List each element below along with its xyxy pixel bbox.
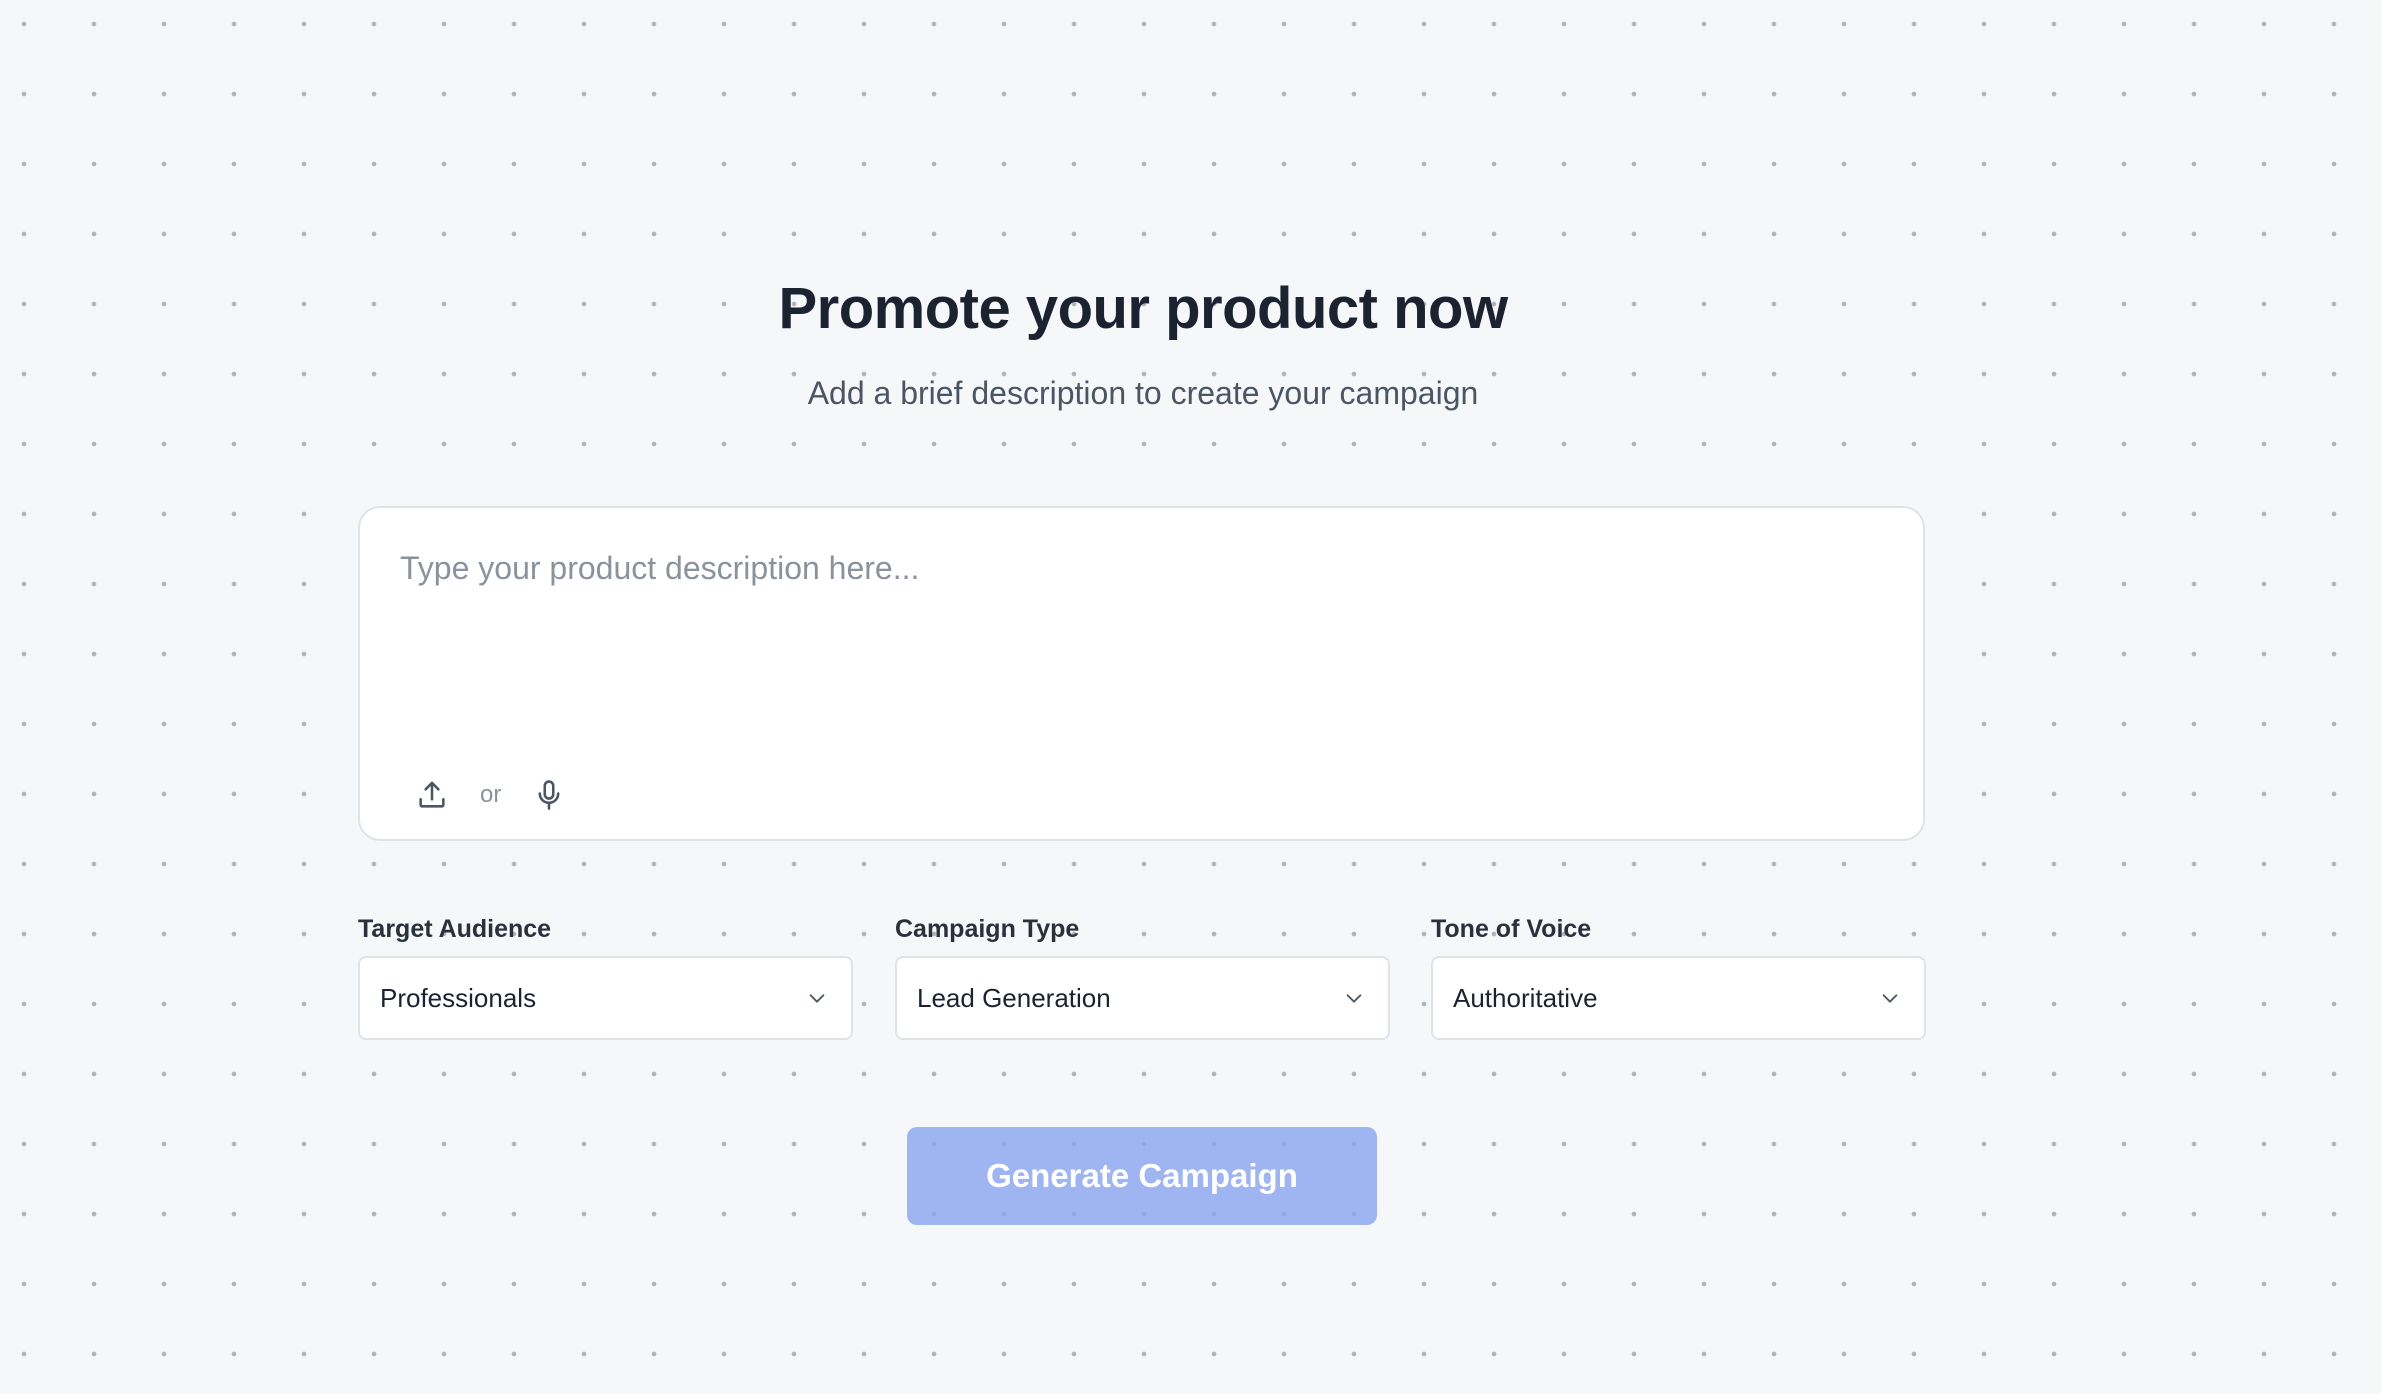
- chevron-down-icon: [1878, 986, 1902, 1010]
- campaign-type-group: Campaign Type Lead Generation: [895, 912, 1390, 1040]
- target-audience-group: Target Audience Professionals: [358, 912, 853, 1040]
- page-title: Promote your product now: [778, 276, 1508, 341]
- tone-of-voice-select[interactable]: Authoritative: [1431, 956, 1926, 1040]
- tone-of-voice-value: Authoritative: [1453, 982, 1598, 1013]
- campaign-type-select[interactable]: Lead Generation: [895, 956, 1390, 1040]
- campaign-type-label: Campaign Type: [895, 915, 1080, 943]
- product-description-input[interactable]: [400, 550, 1880, 720]
- chevron-down-icon: [805, 986, 829, 1010]
- input-tools: or: [412, 775, 569, 815]
- tone-of-voice-group: Tone of Voice Authoritative: [1431, 912, 1926, 1040]
- product-description-box: or: [358, 506, 1925, 841]
- generate-campaign-button[interactable]: Generate Campaign: [907, 1127, 1377, 1225]
- page-subtitle: Add a brief description to create your c…: [807, 375, 1479, 411]
- target-audience-label: Target Audience: [358, 915, 552, 943]
- target-audience-value: Professionals: [380, 982, 537, 1013]
- upload-icon[interactable]: [412, 775, 452, 815]
- microphone-icon[interactable]: [529, 775, 569, 815]
- campaign-type-value: Lead Generation: [917, 982, 1111, 1013]
- chevron-down-icon: [1342, 986, 1366, 1010]
- tone-of-voice-label: Tone of Voice: [1431, 915, 1592, 943]
- target-audience-select[interactable]: Professionals: [358, 956, 853, 1040]
- or-separator: or: [480, 781, 502, 808]
